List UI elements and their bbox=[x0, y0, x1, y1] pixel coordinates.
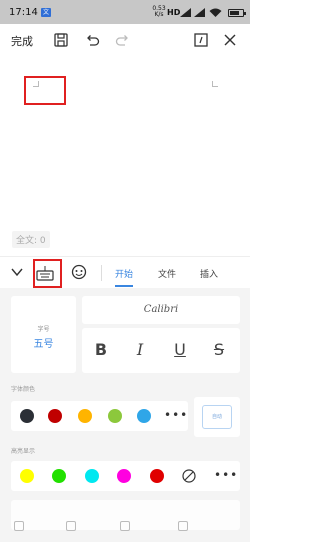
highlight-swatch-red[interactable] bbox=[150, 469, 164, 483]
highlight-color-row: ••• bbox=[11, 461, 240, 491]
faint-option-icon-3[interactable] bbox=[120, 521, 130, 531]
tab-file[interactable]: 文件 bbox=[158, 267, 176, 280]
signal-icon-2 bbox=[194, 8, 205, 17]
highlight-swatch-magenta[interactable] bbox=[117, 469, 131, 483]
font-color-swatch-orange[interactable] bbox=[78, 409, 92, 423]
font-family-value: Calibri bbox=[143, 304, 179, 315]
done-button[interactable]: 完成 bbox=[11, 33, 33, 49]
font-color-swatch-dark[interactable] bbox=[20, 409, 34, 423]
custom-color-label: 自动 bbox=[202, 405, 232, 429]
italic-button[interactable]: I bbox=[128, 338, 152, 362]
word-editor-screen: 17:14 文 0.53 K/s HD 完成 全文: 0 开始 文件 插入 字号… bbox=[0, 0, 250, 542]
font-family-selector[interactable]: Calibri bbox=[82, 296, 240, 324]
status-time: 17:14 bbox=[9, 7, 38, 18]
panel-tab-bar: 开始 文件 插入 bbox=[0, 256, 250, 288]
font-size-caption: 字号 bbox=[37, 326, 50, 333]
undo-icon[interactable] bbox=[84, 32, 100, 48]
emoji-icon[interactable] bbox=[71, 264, 87, 280]
faint-option-icon-2[interactable] bbox=[66, 521, 76, 531]
text-style-group: B I U S bbox=[82, 328, 240, 373]
active-tab-indicator bbox=[115, 285, 133, 287]
tab-divider bbox=[101, 265, 102, 281]
editor-toolbar: 完成 bbox=[0, 24, 250, 56]
font-color-swatch-green[interactable] bbox=[108, 409, 122, 423]
font-color-label: 字体颜色 bbox=[11, 386, 36, 393]
highlight-swatch-green[interactable] bbox=[52, 469, 66, 483]
more-highlight-button[interactable]: ••• bbox=[214, 468, 238, 482]
highlight-label: 高亮显示 bbox=[11, 448, 36, 455]
annotation-highlight-box bbox=[24, 76, 66, 105]
format-toggle-icon[interactable] bbox=[193, 32, 209, 48]
tab-start[interactable]: 开始 bbox=[115, 267, 133, 280]
faint-option-icon-1[interactable] bbox=[14, 521, 24, 531]
font-size-value: 五号 bbox=[33, 339, 54, 350]
signal-icon bbox=[180, 8, 191, 17]
format-settings-panel: 字号 五号 Calibri B I U S 字体颜色 ••• 自动 高亮显示 •… bbox=[0, 288, 250, 542]
highlight-swatch-yellow[interactable] bbox=[20, 469, 34, 483]
save-icon[interactable] bbox=[53, 32, 69, 48]
network-type: HD bbox=[167, 8, 181, 17]
font-size-selector[interactable]: 字号 五号 bbox=[11, 296, 76, 373]
annotation-keyboard-box bbox=[33, 259, 62, 288]
more-colors-button[interactable]: ••• bbox=[164, 408, 188, 422]
status-bar: 17:14 文 0.53 K/s HD bbox=[0, 0, 250, 24]
no-highlight-icon[interactable] bbox=[182, 469, 196, 483]
underline-button[interactable]: U bbox=[168, 338, 192, 362]
bold-button[interactable]: B bbox=[89, 338, 113, 362]
app-notification-icon: 文 bbox=[41, 8, 51, 17]
close-icon[interactable] bbox=[222, 32, 238, 48]
highlight-swatch-cyan[interactable] bbox=[85, 469, 99, 483]
chevron-down-icon[interactable] bbox=[10, 266, 24, 278]
wifi-icon bbox=[209, 8, 222, 17]
document-canvas[interactable]: 全文: 0 bbox=[0, 56, 250, 256]
strikethrough-button[interactable]: S bbox=[207, 338, 231, 362]
font-color-swatch-blue[interactable] bbox=[137, 409, 151, 423]
font-color-row: ••• bbox=[11, 401, 188, 431]
custom-font-color-button[interactable]: 自动 bbox=[194, 397, 240, 437]
network-speed: 0.53 K/s bbox=[152, 5, 166, 18]
redo-icon[interactable] bbox=[115, 32, 131, 48]
font-color-swatch-red[interactable] bbox=[48, 409, 62, 423]
margin-corner-top-right bbox=[212, 81, 218, 87]
faint-option-icon-4[interactable] bbox=[178, 521, 188, 531]
battery-icon bbox=[228, 9, 246, 17]
word-count-badge: 全文: 0 bbox=[12, 231, 50, 248]
tab-insert[interactable]: 插入 bbox=[200, 267, 218, 280]
